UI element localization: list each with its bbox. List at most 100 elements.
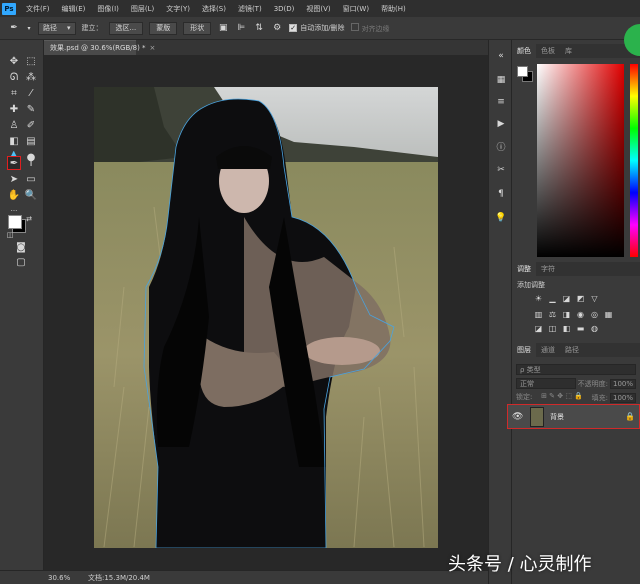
levels-icon[interactable]: ▁ (548, 294, 557, 303)
black-white-icon[interactable]: ◨ (562, 310, 571, 319)
path-selection-tool-icon[interactable]: ➤ (7, 172, 21, 186)
tab-adjustments[interactable]: 调整 (512, 262, 536, 276)
posterize-icon[interactable]: ◫ (548, 324, 557, 333)
chevron-down-icon[interactable]: ▾ (26, 22, 32, 34)
magic-wand-tool-icon[interactable]: ⁂ (24, 70, 38, 84)
document-image[interactable] (94, 87, 438, 548)
info-panel-icon[interactable]: ⓘ (495, 140, 507, 153)
blend-mode-select[interactable]: 正常 (516, 378, 576, 389)
crop-tool-icon[interactable]: ⌗ (7, 86, 21, 100)
gear-icon[interactable]: ⚙ (271, 22, 283, 34)
color-picker-field[interactable] (537, 64, 624, 257)
hue-slider[interactable] (630, 64, 638, 257)
tab-swatches[interactable]: 色板 (536, 44, 560, 58)
screen-mode-icon[interactable]: ▢ (14, 255, 28, 269)
marquee-tool-icon[interactable]: ⬚ (24, 54, 38, 68)
lasso-tool-icon[interactable]: ᘏ (7, 70, 21, 84)
hand-tool-icon[interactable]: ✋ (7, 188, 21, 202)
tab-channels[interactable]: 通道 (536, 343, 560, 357)
shape-button[interactable]: 形状 (183, 21, 212, 35)
selection-button[interactable]: 选区... (108, 21, 144, 35)
menu-type[interactable]: 文字(Y) (166, 4, 190, 14)
gradient-tool-icon[interactable]: ▤ (24, 134, 38, 148)
pen-tool-preset-icon[interactable]: ✒ (8, 22, 20, 34)
menu-help[interactable]: 帮助(H) (381, 4, 406, 14)
collapse-arrows-icon[interactable]: « (495, 50, 507, 62)
history-panel-icon[interactable]: ▦ (495, 74, 507, 86)
menu-select[interactable]: 选择(S) (202, 4, 226, 14)
menu-window[interactable]: 窗口(W) (343, 4, 369, 14)
canvas-area[interactable] (44, 55, 488, 570)
mask-button[interactable]: 蒙版 (149, 21, 178, 35)
foreground-color-chip[interactable] (517, 66, 528, 77)
path-operations-icon[interactable]: ▣ (217, 22, 229, 34)
tool-mode-select[interactable]: 路径 ▾ (38, 21, 76, 35)
menu-layer[interactable]: 图层(L) (131, 4, 154, 14)
fill-value[interactable]: 100% (609, 392, 636, 403)
tab-libraries[interactable]: 库 (560, 44, 577, 58)
threshold-icon[interactable]: ◧ (562, 324, 571, 333)
menu-edit[interactable]: 编辑(E) (62, 4, 86, 14)
opacity-value[interactable]: 100% (609, 378, 636, 389)
actions-panel-icon[interactable]: ▶ (495, 118, 507, 130)
pen-tool-icon[interactable]: ✒ (7, 156, 21, 170)
rectangle-tool-icon[interactable]: ▭ (24, 172, 38, 186)
align-edges-checkbox[interactable]: 对齐边缘 (350, 22, 390, 34)
adjustment-icons-row-1: ☀ ▁ ◪ ◩ ▽ (534, 294, 599, 303)
invert-icon[interactable]: ◪ (534, 324, 543, 333)
zoom-level[interactable]: 30.6% (48, 574, 88, 582)
document-tab[interactable]: 效果.psd @ 30.6%(RGB/8) * × (44, 40, 155, 55)
photo-filter-icon[interactable]: ◉ (576, 310, 585, 319)
menu-3d[interactable]: 3D(D) (274, 5, 295, 13)
eyedropper-tool-icon[interactable]: ⁄ (24, 86, 38, 100)
exposure-icon[interactable]: ◩ (576, 294, 585, 303)
hue-saturation-icon[interactable]: ▥ (534, 310, 543, 319)
auto-add-delete-checkbox[interactable]: ✓ 自动添加/删除 (289, 23, 345, 33)
tab-layers[interactable]: 图层 (512, 343, 536, 357)
type-tool-icon[interactable]: T (24, 156, 38, 170)
visibility-eye-icon[interactable]: 👁 (512, 412, 523, 422)
healing-brush-tool-icon[interactable]: ✚ (7, 102, 21, 116)
lock-icons[interactable]: ⊞ ✎ ✥ ⬚ 🔒 (541, 392, 583, 403)
blend-row: 正常 不透明度: 100% (516, 378, 636, 389)
paragraph-panel-icon[interactable]: ¶ (495, 188, 507, 200)
vibrance-icon[interactable]: ▽ (590, 294, 599, 303)
move-tool-icon[interactable]: ✥ (7, 54, 21, 68)
path-arrangement-icon[interactable]: ⇅ (253, 22, 265, 34)
opacity-control[interactable]: 不透明度: 100% (578, 378, 636, 389)
channel-mixer-icon[interactable]: ◎ (590, 310, 599, 319)
path-alignment-icon[interactable]: ⊫ (235, 22, 247, 34)
tab-character[interactable]: 字符 (536, 262, 560, 276)
brightness-icon[interactable]: ☀ (534, 294, 543, 303)
document-size: 文档:15.3M/20.4M (88, 573, 150, 582)
lock-icon: 🔒 (625, 412, 635, 421)
selective-color-icon[interactable]: ◍ (590, 324, 599, 333)
fill-control[interactable]: 填充: 100% (592, 392, 636, 403)
lightbulb-icon[interactable]: 💡 (495, 212, 507, 224)
tool-presets-icon[interactable]: ✂ (495, 164, 507, 176)
clone-stamp-tool-icon[interactable]: ♙ (7, 118, 21, 132)
tab-color[interactable]: 颜色 (512, 44, 536, 58)
zoom-tool-icon[interactable]: 🔍 (24, 188, 38, 202)
brush-tool-icon[interactable]: ✎ (24, 102, 38, 116)
properties-panel-icon[interactable]: ≡ (495, 96, 507, 108)
layer-row-background[interactable]: 👁 背景 🔒 (507, 404, 640, 429)
color-balance-icon[interactable]: ⚖ (548, 310, 557, 319)
gradient-map-icon[interactable]: ▬ (576, 324, 585, 333)
menu-file[interactable]: 文件(F) (26, 4, 50, 14)
curves-icon[interactable]: ◪ (562, 294, 571, 303)
swap-colors-icon[interactable]: ⇄ (22, 212, 36, 226)
menu-filter[interactable]: 滤镜(T) (238, 4, 262, 14)
fill-label: 填充: (591, 393, 608, 402)
close-icon[interactable]: × (150, 44, 156, 52)
layer-filter-select[interactable]: ρ 类型 (516, 364, 636, 375)
tab-paths[interactable]: 路径 (560, 343, 584, 357)
eraser-tool-icon[interactable]: ◧ (7, 134, 21, 148)
auto-add-delete-label: 自动添加/删除 (300, 24, 345, 32)
quick-mask-icon[interactable]: ◙ (14, 240, 28, 254)
foreground-color-swatch[interactable] (8, 215, 22, 229)
menu-view[interactable]: 视图(V) (306, 4, 330, 14)
history-brush-tool-icon[interactable]: ✐ (24, 118, 38, 132)
menu-image[interactable]: 图像(I) (97, 4, 119, 14)
color-lookup-icon[interactable]: ▦ (604, 310, 613, 319)
